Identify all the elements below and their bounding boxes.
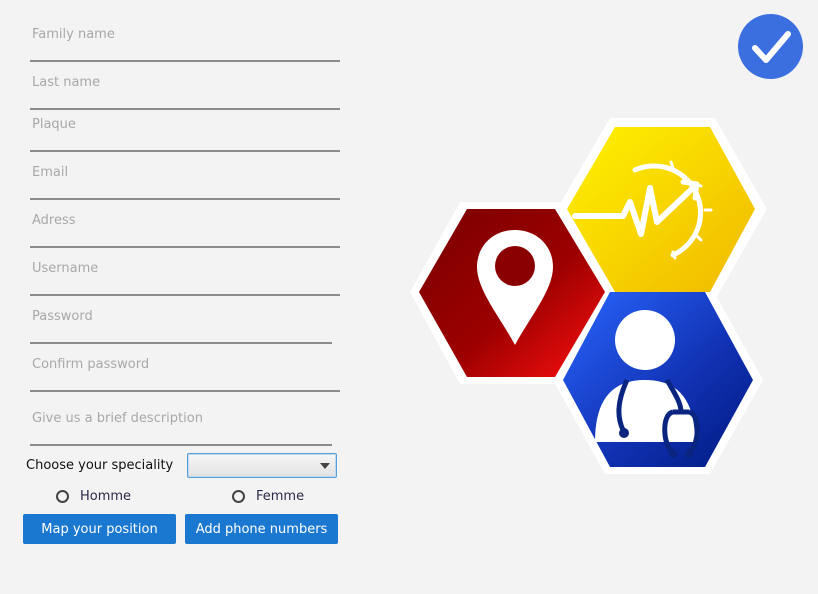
email-input[interactable] xyxy=(30,162,344,182)
confirm-password-underline xyxy=(30,390,340,392)
radio-homme[interactable]: Homme xyxy=(56,489,131,504)
radio-femme-label: Femme xyxy=(256,489,305,504)
map-position-button[interactable]: Map your position xyxy=(23,514,176,544)
family-name-underline xyxy=(30,60,340,62)
speciality-select[interactable] xyxy=(187,453,337,478)
description-underline xyxy=(30,444,332,446)
username-input[interactable] xyxy=(30,258,344,278)
radio-circle-icon[interactable] xyxy=(56,490,69,503)
password-input[interactable] xyxy=(30,306,344,326)
email-underline xyxy=(30,198,340,200)
radio-homme-label: Homme xyxy=(80,489,132,504)
plaque-input[interactable] xyxy=(30,114,344,134)
plaque-underline xyxy=(30,150,340,152)
radio-femme[interactable]: Femme xyxy=(232,489,304,504)
confirm-button[interactable] xyxy=(738,14,803,79)
username-underline xyxy=(30,294,340,296)
address-input[interactable] xyxy=(30,210,344,230)
speciality-label: Choose your speciality xyxy=(26,458,174,473)
radio-circle-icon[interactable] xyxy=(232,490,245,503)
chevron-down-icon[interactable] xyxy=(320,463,330,469)
confirm-password-input[interactable] xyxy=(30,354,344,374)
last-name-input[interactable] xyxy=(30,72,344,92)
last-name-underline xyxy=(30,108,340,110)
password-underline xyxy=(30,342,332,344)
description-input[interactable] xyxy=(30,408,344,428)
medical-hexagon-logo xyxy=(405,112,770,482)
family-name-input[interactable] xyxy=(30,24,344,44)
add-phone-numbers-button[interactable]: Add phone numbers xyxy=(185,514,338,544)
checkmark-icon xyxy=(752,31,791,63)
address-underline xyxy=(30,246,340,248)
